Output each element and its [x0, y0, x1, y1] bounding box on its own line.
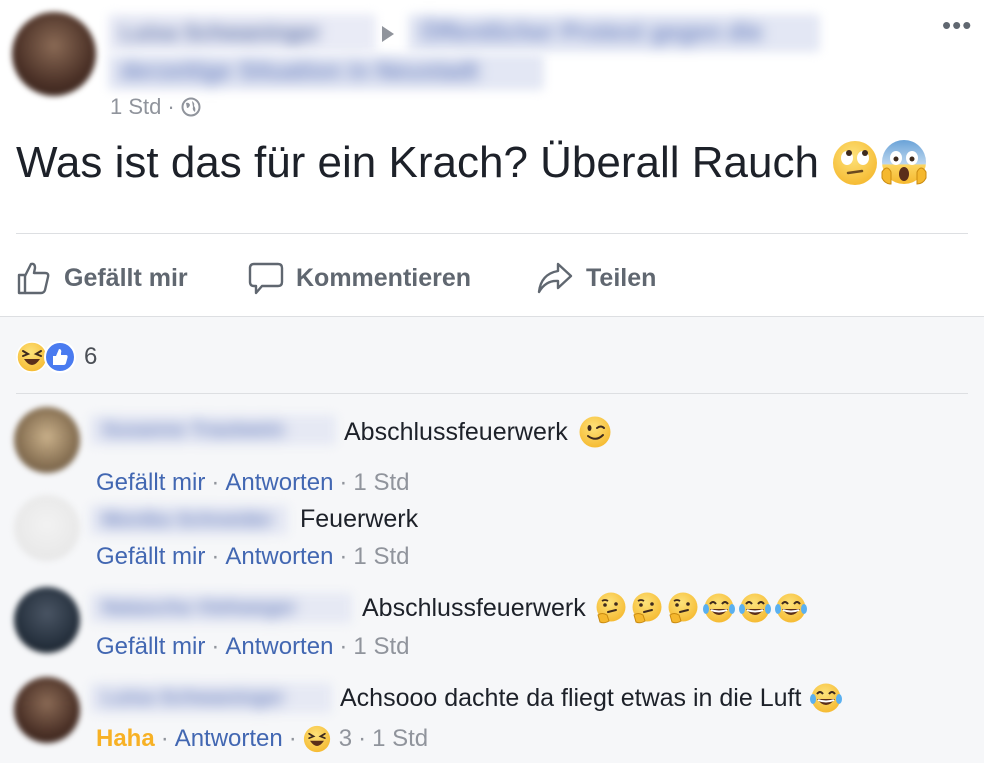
separator: ·	[288, 725, 297, 752]
separator: ·	[339, 633, 348, 660]
comment-button-label: Kommentieren	[296, 263, 472, 292]
post-header: Luisa Schwaninger Öffentlicher Protest g…	[0, 0, 984, 125]
like-reaction-icon	[44, 341, 76, 373]
tears-of-joy-emoji-icon	[774, 593, 807, 623]
tears-of-joy-emoji-icon	[702, 593, 735, 623]
author-name-text: Luisa Schwaninger	[120, 20, 321, 45]
comment-like-link[interactable]: Gefällt mir	[96, 469, 205, 497]
comment-like-link[interactable]: Gefällt mir	[96, 633, 205, 661]
separator: ·	[160, 725, 169, 752]
share-button-label: Teilen	[586, 263, 657, 292]
divider	[16, 233, 968, 234]
divider	[16, 393, 968, 394]
winking-emoji-icon	[579, 416, 611, 448]
thinking-face-emoji-icon	[668, 592, 698, 624]
author-avatar[interactable]	[12, 12, 96, 96]
thinking-face-emoji-icon	[596, 592, 626, 624]
comment-reply-link[interactable]: Antworten	[225, 543, 333, 571]
more-options-icon[interactable]: •••	[942, 10, 972, 41]
comment-text: Abschlussfeuerwerk	[362, 591, 808, 625]
separator: ·	[358, 725, 367, 752]
reactions-summary[interactable]: 6	[16, 341, 97, 373]
separator: ·	[211, 543, 220, 570]
post-text: Was ist das für ein Krach? Überall Rauch	[16, 138, 929, 188]
comment-text: Abschlussfeuerwerk	[344, 415, 612, 449]
comment-text-content: Abschlussfeuerwerk	[362, 593, 586, 622]
meta-separator: ·	[167, 94, 175, 119]
post-meta: 1 Std ·	[110, 94, 201, 120]
commenter-name[interactable]: Monika Schneider	[90, 505, 288, 535]
commenter-name-text: Luisa Schwaninger	[102, 686, 285, 709]
post-action-bar: Gefällt mir Kommentieren Teilen	[0, 242, 984, 314]
tears-of-joy-emoji-icon	[810, 683, 843, 713]
separator: ·	[339, 543, 348, 570]
comment-reply-link[interactable]: Antworten	[175, 725, 283, 753]
separator: ·	[211, 469, 220, 496]
comment-text-content: Feuerwerk	[300, 505, 419, 533]
comment-time[interactable]: 1 Std	[353, 543, 409, 571]
comment-like-link[interactable]: Gefällt mir	[96, 543, 205, 571]
comment-button[interactable]: Kommentieren	[248, 242, 471, 314]
comment-reply-link[interactable]: Antworten	[225, 633, 333, 661]
emoji-group	[594, 591, 808, 625]
group-name-line1[interactable]: Öffentlicher Protest gegen die	[408, 14, 820, 52]
comment-reaction-count[interactable]: 3	[339, 725, 352, 753]
separator: ·	[339, 469, 348, 496]
commenter-avatar[interactable]	[14, 495, 80, 561]
comment-actions: Gefällt mir · Antworten · 1 Std	[96, 543, 409, 571]
group-name-line2-text: derzeitige Situation in Neustadt	[120, 58, 479, 85]
rolling-eyes-emoji-icon	[832, 141, 877, 185]
group-name-line1-text: Öffentlicher Protest gegen die	[420, 19, 763, 46]
thumbs-up-icon	[17, 262, 50, 295]
haha-reaction-icon[interactable]	[303, 725, 331, 753]
comments-section: 6 Susanne Trautwein Abschlussfeuerwerk G…	[0, 316, 984, 763]
commenter-name[interactable]: Natascha Viehweger	[90, 593, 352, 623]
commenter-avatar[interactable]	[14, 587, 80, 653]
comment-time[interactable]: 1 Std	[353, 469, 409, 497]
like-button-label: Gefällt mir	[64, 263, 188, 292]
comment-text: Achsooo dachte da fliegt etwas in die Lu…	[340, 681, 843, 715]
commenter-name-text: Natascha Viehweger	[102, 596, 297, 619]
thinking-face-emoji-icon	[632, 592, 662, 624]
commenter-avatar[interactable]	[14, 677, 80, 743]
share-arrow-icon	[537, 262, 573, 294]
comment-time[interactable]: 1 Std	[353, 633, 409, 661]
commenter-name[interactable]: Luisa Schwaninger	[90, 683, 332, 713]
share-button[interactable]: Teilen	[536, 242, 656, 314]
post-text-content: Was ist das für ein Krach? Überall Rauch	[16, 138, 819, 187]
group-name-line2[interactable]: derzeitige Situation in Neustadt	[108, 54, 544, 90]
screaming-fear-emoji-icon	[881, 140, 927, 185]
post-time[interactable]: 1 Std	[110, 94, 161, 120]
comment-text-content: Abschlussfeuerwerk	[344, 417, 568, 446]
commenter-name-text: Susanne Trautwein	[102, 418, 285, 441]
comment-reply-link[interactable]: Antworten	[225, 469, 333, 497]
globe-icon	[181, 97, 201, 117]
commenter-avatar[interactable]	[14, 407, 80, 473]
like-button[interactable]: Gefällt mir	[16, 242, 188, 314]
tears-of-joy-emoji-icon	[738, 593, 771, 623]
comment-actions: Haha · Antworten · 3 · 1 Std	[96, 725, 428, 753]
commenter-name-text: Monika Schneider	[102, 508, 274, 531]
comment-haha-link[interactable]: Haha	[96, 725, 155, 753]
arrow-right-icon	[382, 26, 394, 42]
author-name[interactable]: Luisa Schwaninger	[108, 14, 376, 52]
separator: ·	[211, 633, 220, 660]
comment-actions: Gefällt mir · Antworten · 1 Std	[96, 633, 409, 661]
commenter-name[interactable]: Susanne Trautwein	[90, 415, 336, 445]
comment-time[interactable]: 1 Std	[372, 725, 428, 753]
comment-text-content: Achsooo dachte da fliegt etwas in die Lu…	[340, 683, 802, 712]
comment-text: Feuerwerk	[300, 505, 418, 534]
comment-actions: Gefällt mir · Antworten · 1 Std	[96, 469, 409, 497]
reactions-count: 6	[84, 343, 98, 370]
comment-bubble-icon	[248, 262, 284, 295]
